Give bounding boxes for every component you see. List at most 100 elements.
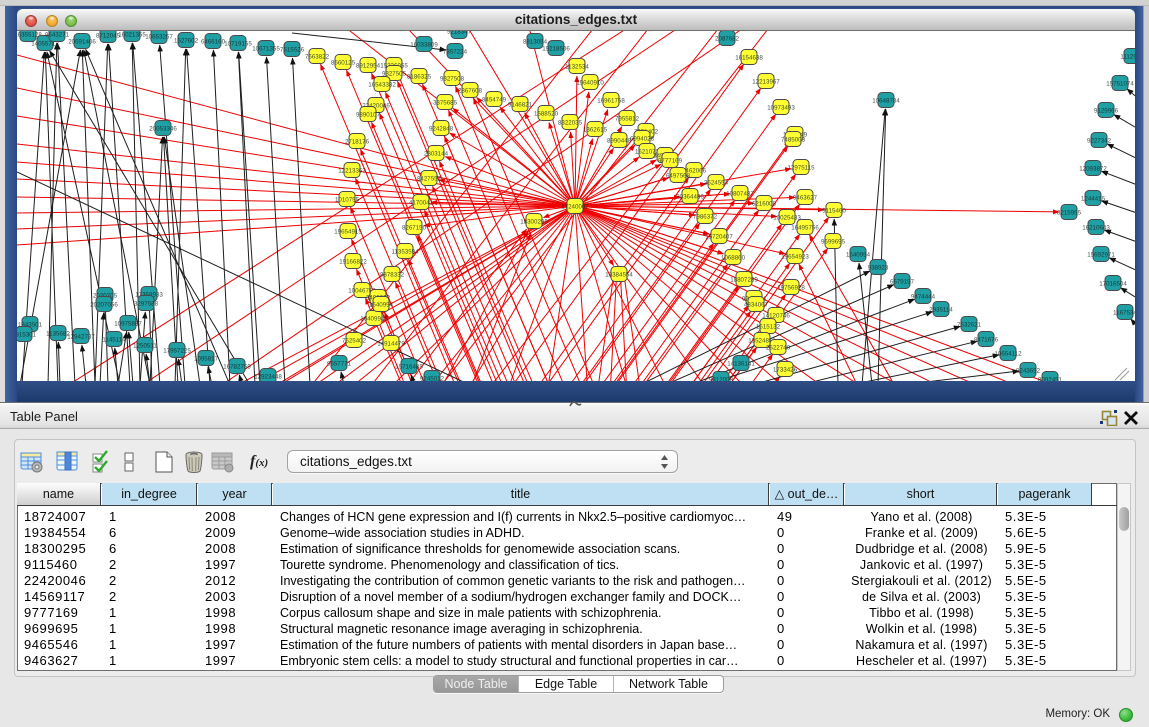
svg-text:15692971: 15692971: [1087, 252, 1115, 259]
svg-text:9699695: 9699695: [821, 239, 846, 246]
svg-text:20364436: 20364436: [676, 194, 704, 201]
svg-text:3915301: 3915301: [17, 332, 37, 339]
svg-text:9777169: 9777169: [658, 158, 683, 165]
svg-text:938923: 938923: [868, 265, 889, 272]
svg-text:18807289: 18807289: [730, 277, 758, 284]
svg-text:12213967: 12213967: [752, 79, 780, 86]
svg-text:8471676: 8471676: [974, 337, 999, 344]
svg-text:19384554: 19384554: [605, 272, 633, 279]
svg-text:19166822: 19166822: [339, 259, 367, 266]
svg-text:10719155: 10719155: [224, 41, 252, 48]
svg-text:10973493: 10973493: [767, 105, 795, 112]
svg-text:10975887: 10975887: [114, 321, 142, 328]
svg-text:8092451: 8092451: [1038, 377, 1063, 382]
svg-text:6679197: 6679197: [890, 279, 915, 286]
svg-text:7632621: 7632621: [957, 322, 982, 329]
svg-text:7515526: 7515526: [280, 47, 305, 54]
svg-text:6994028: 6994028: [630, 136, 655, 143]
svg-text:16543382: 16543382: [368, 82, 396, 89]
svg-text:6497568: 6497568: [666, 173, 691, 180]
svg-text:8813054: 8813054: [523, 39, 548, 46]
svg-text:18300295: 18300295: [520, 219, 548, 226]
svg-text:19654915: 19654915: [334, 229, 362, 236]
svg-text:1145114: 1145114: [102, 337, 126, 344]
svg-text:16782759: 16782759: [223, 364, 251, 371]
svg-text:16033809: 16033809: [410, 42, 438, 49]
svg-text:17016504: 17016504: [1099, 281, 1127, 288]
svg-text:10653267: 10653267: [145, 34, 173, 41]
svg-text:9227342: 9227342: [1087, 138, 1112, 145]
svg-text:11353594: 11353594: [391, 249, 419, 256]
svg-text:8267150: 8267150: [402, 225, 427, 232]
svg-text:3297588: 3297588: [134, 301, 159, 308]
svg-text:16961758: 16961758: [597, 98, 625, 105]
svg-text:9890107: 9890107: [356, 112, 381, 119]
svg-text:1095817: 1095817: [194, 356, 219, 363]
svg-text:15751074: 15751074: [1106, 81, 1134, 88]
svg-text:8427552: 8427552: [417, 176, 442, 183]
svg-text:2803144: 2803144: [424, 151, 449, 158]
svg-text:12975115: 12975115: [787, 165, 815, 172]
svg-text:19756928: 19756928: [777, 285, 805, 292]
svg-text:1112908: 1112908: [1120, 54, 1135, 61]
svg-text:16021355: 16021355: [118, 32, 146, 39]
svg-text:20207056: 20207056: [90, 302, 118, 309]
svg-text:1167534: 1167534: [1113, 310, 1135, 317]
svg-text:2867608: 2867608: [458, 88, 483, 95]
svg-text:15720407: 15720407: [705, 234, 733, 241]
svg-text:17240007: 17240007: [561, 204, 589, 211]
svg-text:2718176: 2718176: [345, 139, 370, 146]
svg-text:8660125: 8660125: [331, 60, 356, 67]
svg-text:12093872: 12093872: [1079, 166, 1107, 173]
svg-text:7625402: 7625402: [342, 338, 367, 345]
svg-text:1010755: 1010755: [335, 197, 360, 204]
svg-text:7357224: 7357224: [443, 49, 468, 56]
svg-text:9115460: 9115460: [822, 208, 846, 215]
svg-text:1733426: 1733426: [773, 367, 798, 374]
svg-text:16409948: 16409948: [360, 316, 388, 323]
svg-text:15716485: 15716485: [395, 364, 423, 371]
svg-text:1250511: 1250511: [133, 343, 157, 350]
svg-text:9245012: 9245012: [420, 376, 445, 382]
svg-text:4834067: 4834067: [744, 302, 769, 309]
svg-text:9463627: 9463627: [793, 195, 818, 202]
svg-text:8912954: 8912954: [356, 63, 381, 70]
svg-text:4170041: 4170041: [409, 200, 434, 207]
svg-text:10648784: 10648784: [872, 98, 900, 105]
svg-text:3375685: 3375685: [433, 100, 458, 107]
svg-text:8186325: 8186325: [407, 74, 432, 81]
svg-text:1640994: 1640994: [369, 302, 394, 309]
svg-text:1362615: 1362615: [583, 127, 608, 134]
svg-text:1068860: 1068860: [721, 255, 746, 262]
svg-text:17957225: 17957225: [163, 348, 191, 355]
svg-text:8990448: 8990448: [607, 138, 632, 145]
svg-text:1615132: 1615132: [756, 324, 781, 331]
svg-text:9129966: 9129966: [1094, 108, 1119, 115]
svg-text:9643271: 9643271: [45, 32, 70, 39]
svg-text:12923448: 12923448: [254, 374, 282, 381]
svg-text:8215955: 8215955: [1057, 210, 1082, 217]
svg-text:16210643: 16210643: [1082, 225, 1110, 232]
svg-text:12213363: 12213363: [338, 168, 366, 175]
svg-text:8454749: 8454749: [482, 97, 507, 104]
svg-text:6216008: 6216008: [752, 201, 777, 208]
svg-text:7955812: 7955812: [615, 116, 640, 123]
svg-text:10025433: 10025433: [773, 215, 801, 222]
svg-text:6466160: 6466160: [201, 39, 226, 46]
svg-text:19218506: 19218506: [542, 46, 570, 53]
svg-text:1132534: 1132534: [565, 64, 589, 71]
svg-text:9218347: 9218347: [447, 31, 472, 36]
svg-text:9474444: 9474444: [911, 294, 936, 301]
svg-text:3624554: 3624554: [704, 180, 729, 187]
svg-text:2935114: 2935114: [929, 307, 953, 314]
svg-text:1640954: 1640954: [846, 252, 871, 259]
svg-text:20053346: 20053346: [149, 126, 177, 133]
svg-text:1527602: 1527602: [174, 38, 199, 45]
svg-text:9327508: 9327508: [440, 76, 465, 83]
svg-text:9243652: 9243652: [1016, 368, 1041, 375]
svg-text:2522740: 2522740: [766, 345, 791, 352]
svg-text:7663822: 7663822: [305, 54, 330, 61]
svg-text:1588520: 1588520: [534, 111, 559, 118]
svg-text:9312008: 9312008: [709, 377, 734, 382]
svg-text:14914479: 14914479: [377, 341, 405, 348]
